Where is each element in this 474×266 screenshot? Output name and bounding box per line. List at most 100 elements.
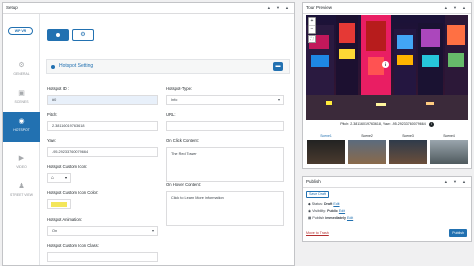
sidebar-item-general[interactable]: ⚙ GENERAL: [3, 56, 40, 83]
panel-controls[interactable]: ▲ ▼ ▲: [444, 3, 468, 13]
animation-label: Hotspot Animation:: [47, 217, 83, 222]
plus-icon: [56, 33, 60, 37]
sidebar-item-label: GENERAL: [13, 72, 30, 76]
hotspot-type-select[interactable]: Info ▾: [166, 95, 284, 105]
publish-edit-link[interactable]: Edit: [347, 216, 353, 220]
publish-panel: Publish ▲ ▼ ▲ Save Draft ◆ Status: Draft…: [302, 176, 472, 242]
scene-thumbnail: [430, 140, 468, 164]
panel-controls[interactable]: ▲ ▼ ▲: [267, 3, 291, 13]
visibility-value: Public: [327, 209, 338, 213]
status-row: ◆ Status: Draft Edit: [308, 202, 340, 206]
sidebar-item-label: VIDEO: [16, 165, 27, 169]
scene-label: Scene3: [402, 134, 414, 138]
url-label: URL:: [166, 112, 176, 117]
scene-label: Scene1: [320, 134, 332, 138]
publish-value: immediately: [325, 216, 346, 220]
setup-header: Setup ▲ ▼ ▲: [3, 3, 294, 14]
scene-thumb-2[interactable]: Scene2: [347, 134, 387, 164]
color-swatch: [51, 202, 67, 207]
tour-preview-title: Tour Preview: [306, 5, 333, 10]
street-view-icon: ♟: [18, 183, 25, 190]
visibility-row: ◉ Visibility: Public Edit: [308, 209, 345, 213]
on-click-label: On Click Content:: [166, 138, 199, 143]
scene-label: Scene4: [443, 134, 455, 138]
sidebar-item-scenes[interactable]: ▣ SCENES: [3, 84, 40, 111]
logo: WP VR: [8, 27, 33, 35]
icon-color-picker[interactable]: [47, 199, 71, 209]
panorama-viewer[interactable]: + − ⛶ i: [306, 15, 468, 120]
hotspot-id-label: Hotspot ID :: [47, 86, 70, 91]
hotspot-icon: ◉: [18, 118, 25, 125]
zoom-in-icon[interactable]: +: [309, 18, 315, 25]
trash-icon[interactable]: ▬: [273, 62, 283, 71]
gear-icon: ⚙: [18, 62, 25, 69]
sidebar-item-hotspot[interactable]: ◉ HOTSPOT: [3, 112, 40, 142]
pitch-label: Pitch:: [47, 112, 58, 117]
calendar-icon: ▦: [308, 216, 312, 220]
sidebar-item-label: STREET VIEW: [10, 193, 33, 197]
scene-thumbnail: [307, 140, 345, 164]
animation-select[interactable]: On ▾: [47, 226, 158, 236]
publish-label: Publish: [312, 216, 325, 220]
pitch-field[interactable]: 2.38116019763618: [47, 121, 158, 131]
icon-color-label: Hotspot Custom Icon Color:: [47, 190, 99, 195]
zoom-controls: + −: [308, 17, 316, 34]
sidebar-item-label: HOTSPOT: [13, 128, 30, 132]
save-draft-button[interactable]: Save Draft: [306, 191, 329, 198]
scene-thumbnail: [348, 140, 386, 164]
setup-panel: Setup ▲ ▼ ▲ WP VR ⚙ GENERAL ▣ SCENES ◉ H…: [2, 2, 295, 266]
scene-thumbnail: [389, 140, 427, 164]
info-icon: i: [428, 122, 434, 127]
publish-header: Publish ▲ ▼ ▲: [303, 177, 471, 188]
chevron-down-icon: ▾: [277, 97, 280, 102]
chevron-down-icon: ▾: [64, 175, 67, 180]
on-hover-content-field[interactable]: Click to Learn More information: [166, 191, 284, 226]
on-hover-label: On Hover Content:: [166, 182, 201, 187]
scene-thumb-4[interactable]: Scene4: [429, 134, 469, 164]
custom-icon-label: Hotspot Custom Icon:: [47, 164, 88, 169]
video-icon: ▶: [18, 155, 25, 162]
icon-class-label: Hotspot Custom Icon Class:: [47, 243, 99, 248]
visibility-edit-link[interactable]: Edit: [339, 209, 345, 213]
status-label: Status:: [311, 202, 323, 206]
tour-preview-header: Tour Preview ▲ ▼ ▲: [303, 3, 471, 14]
publish-time-row: ▦ Publish immediately Edit: [308, 216, 353, 220]
hotspot-id-field[interactable]: #0: [47, 95, 158, 105]
sidebar-item-street-view[interactable]: ♟ STREET VIEW: [3, 177, 40, 207]
animation-value: On: [52, 229, 58, 233]
status-value: Draft: [323, 202, 333, 206]
scene-thumb-1[interactable]: Scene1: [306, 134, 346, 164]
scene-label: Scene2: [361, 134, 373, 138]
on-click-content-field[interactable]: The Red Tower: [166, 147, 284, 182]
publish-button[interactable]: Publish: [449, 229, 467, 237]
icon-class-field[interactable]: [47, 252, 158, 262]
url-field[interactable]: [166, 121, 284, 131]
tour-preview-panel: Tour Preview ▲ ▼ ▲ + − ⛶ i Pitch: 2.3811…: [302, 2, 472, 169]
add-hotspot-button[interactable]: [47, 29, 69, 41]
sidebar-item-video[interactable]: ▶ VIDEO: [3, 149, 40, 176]
home-icon: ⌂: [51, 175, 55, 181]
yaw-field[interactable]: -95.29233760079664: [47, 147, 158, 157]
custom-icon-picker[interactable]: ⌂ ▾: [47, 173, 71, 183]
info-hotspot-icon[interactable]: i: [382, 61, 389, 68]
chevron-down-icon: ▾: [151, 228, 154, 233]
settings-button[interactable]: ⚙: [72, 29, 94, 41]
pitch-yaw-readout: Pitch: 2.38116019763618, Yaw: -95.292337…: [303, 122, 471, 127]
fullscreen-icon[interactable]: ⛶: [308, 35, 316, 43]
gear-icon: ⚙: [80, 32, 86, 38]
sidebar-item-label: SCENES: [14, 100, 29, 104]
panel-controls[interactable]: ▲ ▼ ▲: [444, 177, 468, 187]
scene-thumb-3[interactable]: Scene3: [388, 134, 428, 164]
yaw-label: Yaw:: [47, 138, 56, 143]
hotspot-main: ⚙ Hotspot Setting ▬ Hotspot ID : #0 Pitc…: [40, 14, 294, 265]
status-edit-link[interactable]: Edit: [333, 202, 339, 206]
hotspot-type-value: Info: [171, 98, 178, 102]
setup-title: Setup: [6, 5, 18, 10]
eye-icon: ◉: [308, 209, 312, 213]
zoom-out-icon[interactable]: −: [309, 25, 315, 33]
hotspot-setting-bar: Hotspot Setting ▬: [46, 59, 290, 74]
hotspot-dot-icon: [51, 65, 55, 69]
hotspot-type-label: Hotspot-Type:: [166, 86, 193, 91]
visibility-label: Visibility:: [312, 209, 327, 213]
move-to-trash-link[interactable]: Move to Trash: [306, 231, 329, 235]
